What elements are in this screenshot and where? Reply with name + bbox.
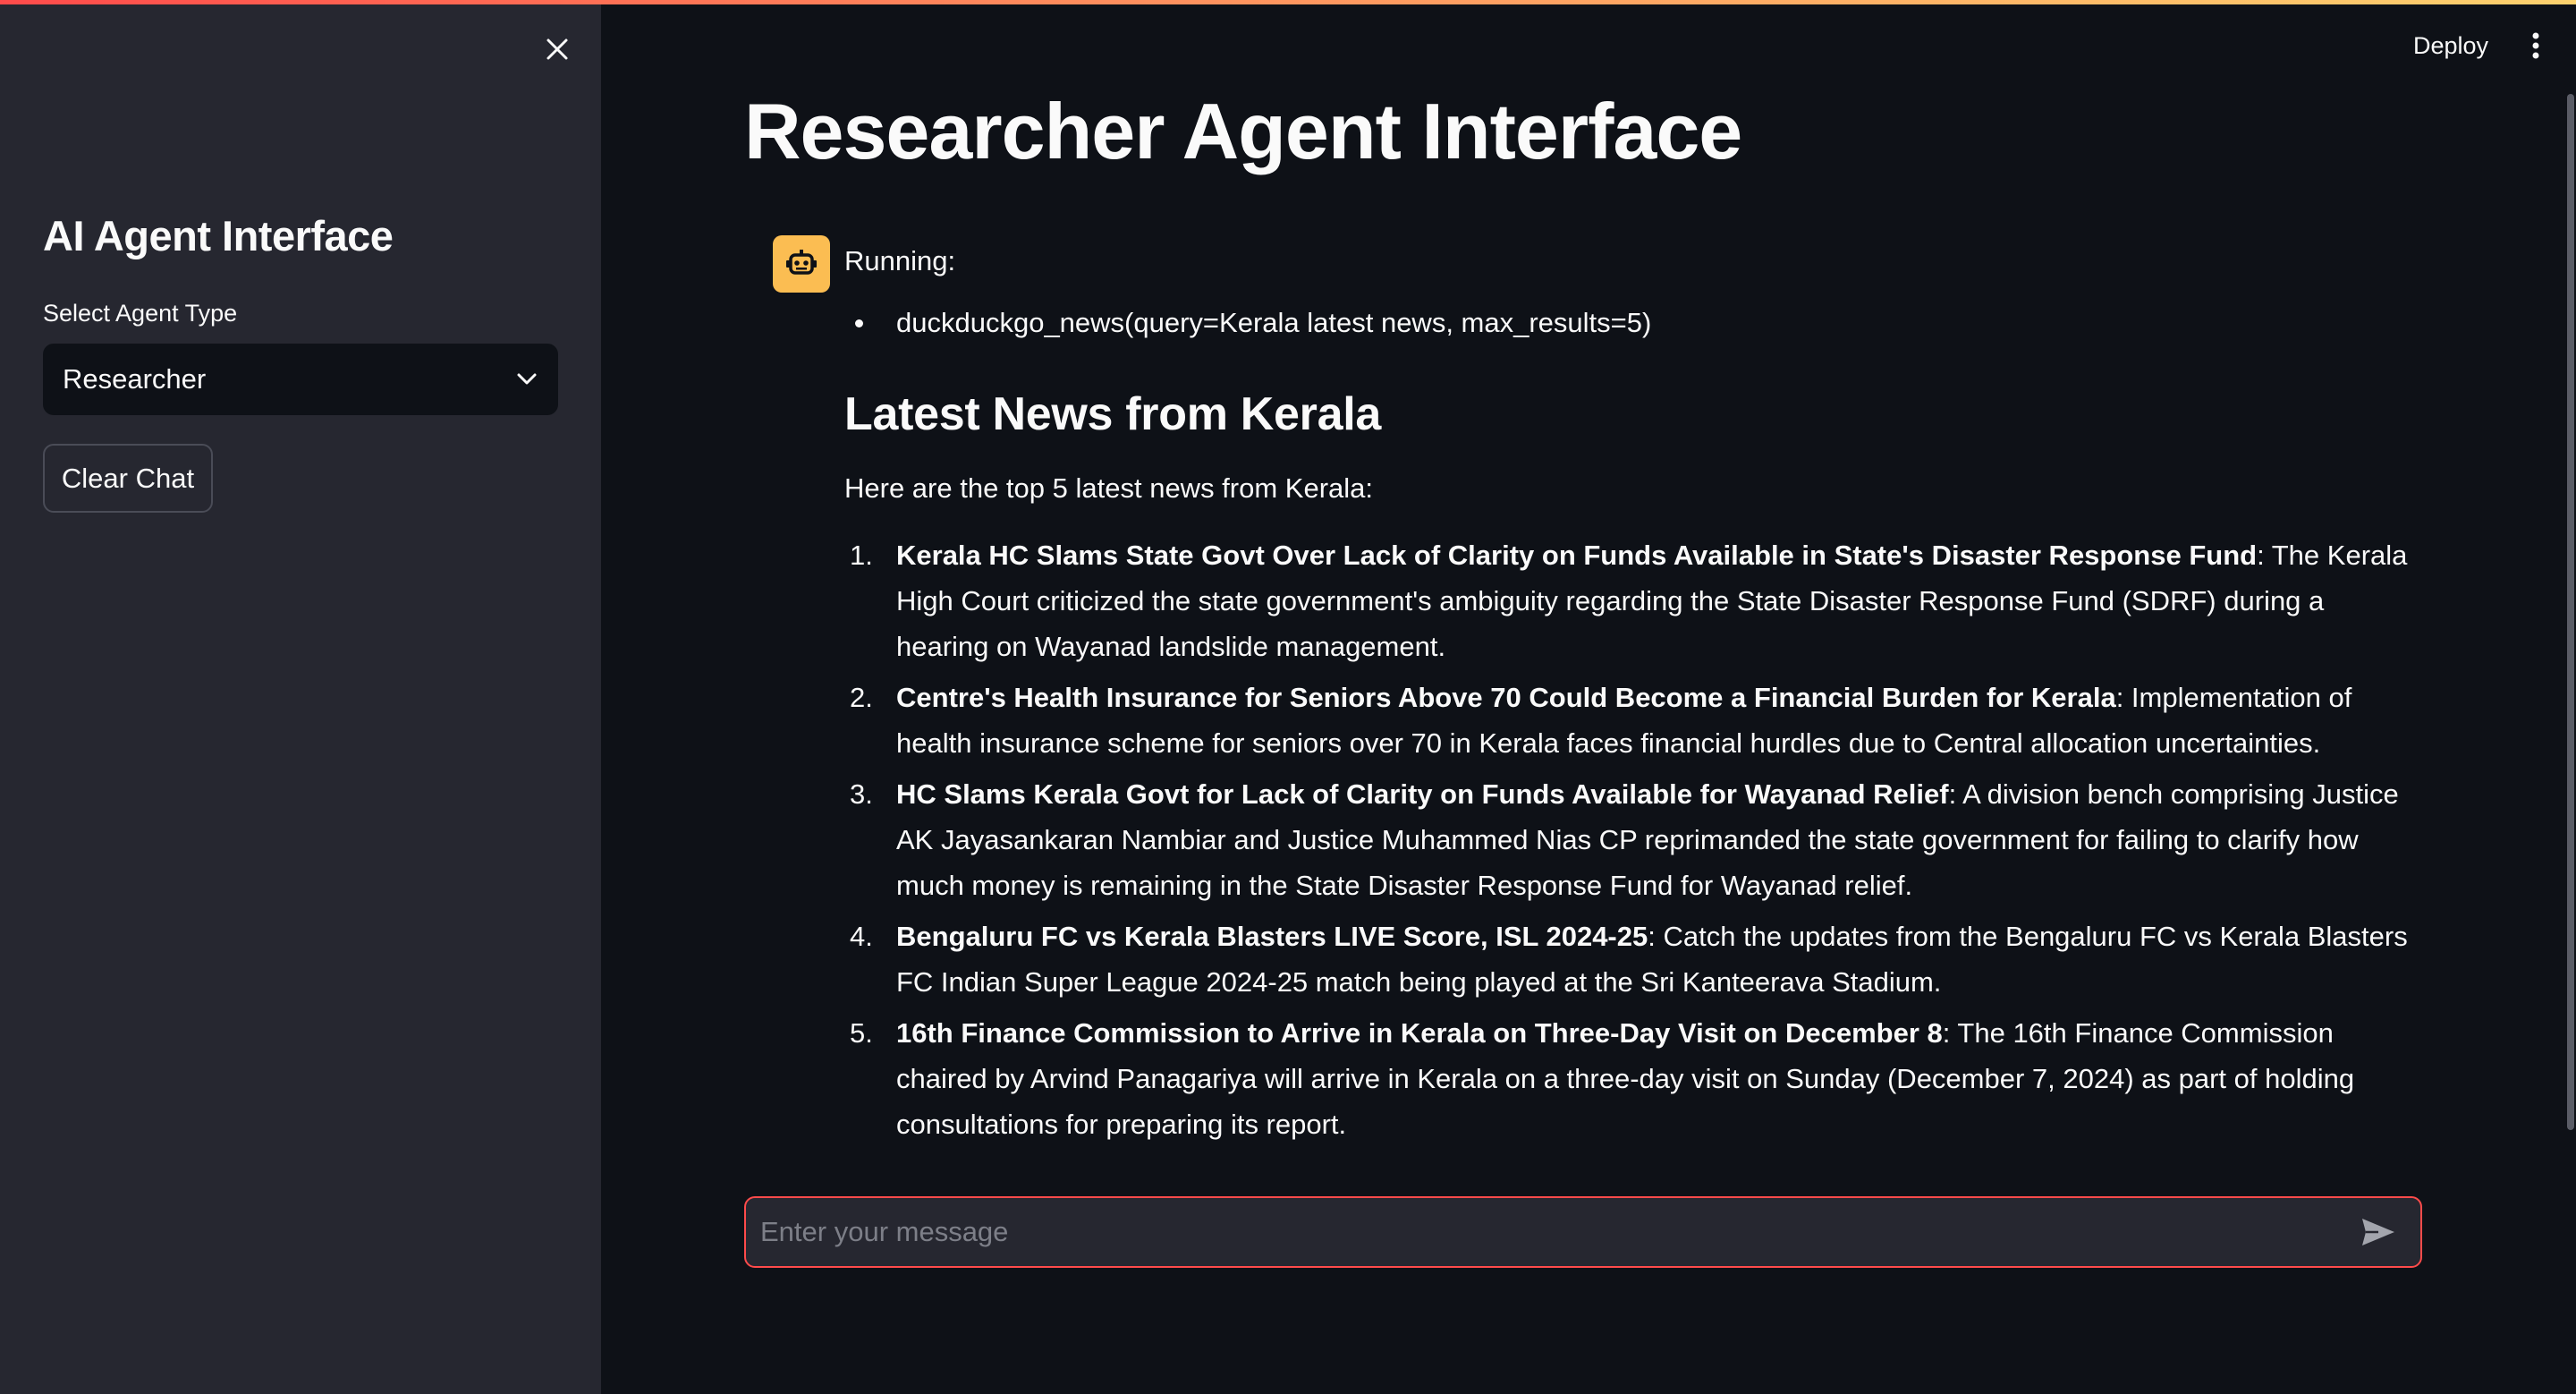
news-item: 3. HC Slams Kerala Govt for Lack of Clar…	[844, 771, 2419, 908]
news-title: 16th Finance Commission to Arrive in Ker…	[896, 1017, 1943, 1049]
assistant-message: Running: duckduckgo_news(query=Kerala la…	[844, 238, 2419, 1152]
chat-input-container	[744, 1196, 2422, 1268]
news-heading: Latest News from Kerala	[844, 388, 1381, 440]
news-item: 4. Bengaluru FC vs Kerala Blasters LIVE …	[844, 914, 2419, 1005]
news-item: 2. Centre's Health Insurance for Seniors…	[844, 675, 2419, 766]
app: AI Agent Interface Select Agent Type Res…	[0, 0, 2576, 1394]
tool-call-list: duckduckgo_news(query=Kerala latest news…	[844, 300, 2419, 345]
robot-icon	[786, 250, 817, 275]
news-intro: Here are the top 5 latest news from Kera…	[844, 472, 1374, 504]
send-icon	[2362, 1219, 2394, 1245]
news-item: 5. 16th Finance Commission to Arrive in …	[844, 1010, 2419, 1147]
news-title: Centre's Health Insurance for Seniors Ab…	[896, 682, 2116, 713]
assistant-avatar	[773, 235, 830, 293]
news-number: 2.	[850, 682, 873, 713]
news-number: 5.	[850, 1017, 873, 1049]
news-title: Bengaluru FC vs Kerala Blasters LIVE Sco…	[896, 921, 1648, 952]
send-button[interactable]	[2354, 1208, 2402, 1256]
chat-viewport: Researcher Agent Interface Running: duck…	[0, 0, 2576, 1165]
running-label: Running:	[844, 245, 956, 276]
page-title: Researcher Agent Interface	[744, 87, 1742, 175]
tool-call-item: duckduckgo_news(query=Kerala latest news…	[844, 300, 2419, 345]
chat-message-input[interactable]	[760, 1216, 2354, 1248]
news-list: 1. Kerala HC Slams State Govt Over Lack …	[844, 532, 2419, 1147]
news-title: Kerala HC Slams State Govt Over Lack of …	[896, 540, 2258, 571]
news-number: 3.	[850, 778, 873, 810]
top-decoration-bar	[0, 0, 2576, 4]
news-title: HC Slams Kerala Govt for Lack of Clarity…	[896, 778, 1949, 810]
news-number: 1.	[850, 540, 873, 571]
news-item: 1. Kerala HC Slams State Govt Over Lack …	[844, 532, 2419, 669]
news-number: 4.	[850, 921, 873, 952]
